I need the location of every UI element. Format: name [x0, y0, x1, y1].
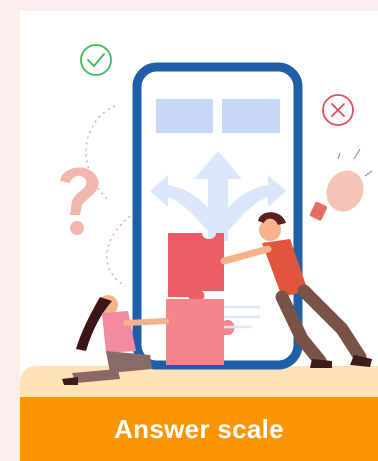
- dotted-curve-lower: [106, 215, 131, 287]
- close-circle-icon: [322, 94, 354, 126]
- lightbulb-icon: [309, 148, 373, 221]
- phone-block-right: [222, 99, 280, 133]
- check-circle-icon: [80, 44, 112, 76]
- answer-scale-card[interactable]: Answer scale: [20, 11, 378, 461]
- card-title: Answer scale: [114, 413, 284, 444]
- card-footer[interactable]: Answer scale: [20, 397, 378, 461]
- question-mark-icon: [60, 167, 99, 235]
- illustration: [20, 44, 378, 461]
- phone-block-left: [156, 99, 213, 133]
